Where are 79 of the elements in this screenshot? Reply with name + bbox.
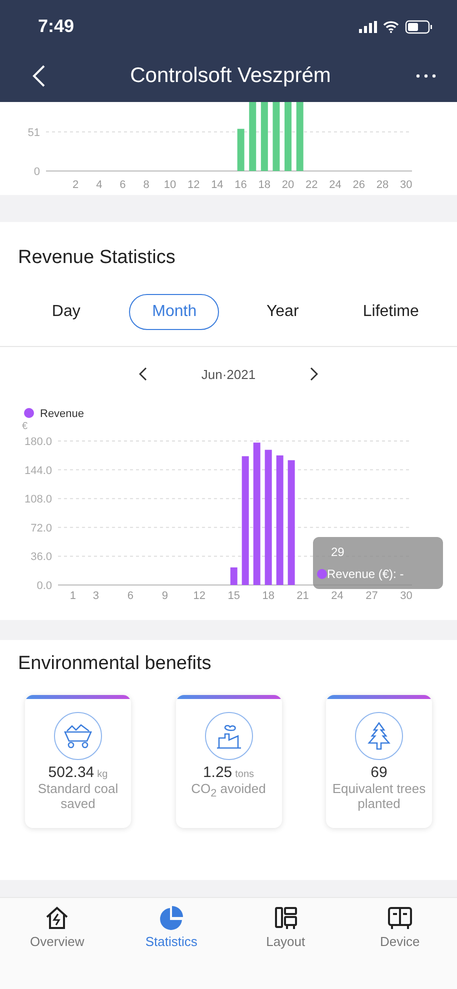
benefit-label: Standard coal saved (36, 781, 120, 811)
y-tick-label: 36.0 (30, 551, 52, 564)
x-tick-label: 20 (282, 179, 294, 191)
y-tick-label: 108.0 (24, 494, 52, 506)
x-tick-label: 2 (72, 179, 79, 191)
y-tick-label: 51 (28, 126, 40, 139)
wifi-icon (383, 20, 399, 33)
y-tick-label: 180.0 (24, 436, 52, 448)
house-bolt-icon (44, 905, 70, 931)
x-tick-label: 24 (331, 590, 344, 601)
chevron-left-icon (139, 367, 148, 381)
benefit-value: 69 (370, 764, 388, 781)
x-tick-label: 26 (352, 179, 365, 191)
period-tab[interactable]: Month (129, 294, 220, 330)
y-tick-label: 72.0 (30, 522, 52, 534)
benefit-unit: tons (235, 769, 254, 780)
nav-tab[interactable]: Overview (12, 904, 102, 956)
chevron-right-icon (310, 367, 318, 381)
legend: Revenue (24, 408, 84, 420)
y-tick-label: 0.0 (36, 580, 52, 592)
x-tick-label: 24 (329, 179, 342, 191)
cabinet-icon (386, 905, 413, 931)
battery-icon (405, 20, 433, 34)
bar (237, 128, 244, 171)
bar (284, 102, 292, 171)
x-tick-label: 10 (164, 179, 176, 191)
x-tick-label: 21 (296, 590, 309, 601)
benefit-value: 502.34 (48, 764, 94, 781)
pie-chart-icon (158, 905, 184, 931)
x-tick-label: 8 (143, 179, 150, 191)
x-tick-label: 27 (366, 590, 378, 601)
previous-button[interactable] (137, 365, 150, 383)
x-tick-label: 1 (70, 590, 76, 601)
next-button[interactable] (308, 365, 320, 383)
more-icon (414, 72, 437, 79)
signal-icon (359, 20, 377, 33)
axis-unit: € (22, 421, 28, 432)
x-tick-label: 4 (96, 179, 102, 191)
x-tick-label: 18 (262, 590, 274, 601)
benefit-value: 1.25 (202, 764, 232, 781)
status-time: 7:49 (38, 16, 74, 38)
x-tick-label: 12 (187, 179, 200, 191)
series-dot (317, 569, 327, 579)
x-tick-label: 14 (211, 179, 224, 191)
x-tick-label: 15 (228, 590, 240, 601)
legend-label: Revenue (40, 408, 84, 420)
period-label: Jun·2021 (201, 366, 256, 382)
bar (260, 102, 268, 171)
nav-tab[interactable]: Layout (240, 904, 331, 956)
benefit-label: Equivalent trees planted (331, 781, 427, 811)
layout-icon (272, 905, 299, 931)
benefit-unit: kg (97, 769, 108, 780)
x-tick-label: 6 (120, 179, 126, 191)
tooltip-text: Revenue (€): - (327, 567, 404, 581)
x-tick-label: 6 (127, 590, 134, 601)
x-tick-label: 9 (162, 590, 168, 601)
y-tick-label: 0 (34, 166, 40, 178)
x-tick-label: 28 (376, 179, 389, 191)
x-tick-label: 3 (92, 590, 99, 601)
tooltip-title: 29 (330, 545, 346, 559)
bar (230, 567, 238, 585)
x-tick-label: 12 (193, 590, 206, 601)
coal-cart-icon (63, 722, 93, 750)
x-tick-label: 18 (258, 179, 271, 191)
nav-tab[interactable]: Statistics (126, 904, 216, 956)
section-title: Environmental benefits (17, 652, 212, 676)
bar (249, 102, 256, 171)
chevron-left-icon (32, 64, 46, 88)
nav-tab[interactable]: Device (354, 904, 445, 956)
bar (272, 102, 280, 171)
x-tick-label: 30 (400, 590, 412, 601)
x-tick-label: 22 (306, 179, 318, 191)
y-tick-label: 144.0 (24, 464, 52, 477)
section-title: Revenue Statistics (17, 246, 176, 270)
benefit-label: CO$_{2}$ avoided (190, 781, 267, 802)
x-tick-label: 30 (400, 179, 412, 191)
page-title: Controlsoft Veszprém (130, 64, 331, 88)
x-tick-label: 16 (234, 179, 247, 191)
bar (296, 102, 304, 171)
